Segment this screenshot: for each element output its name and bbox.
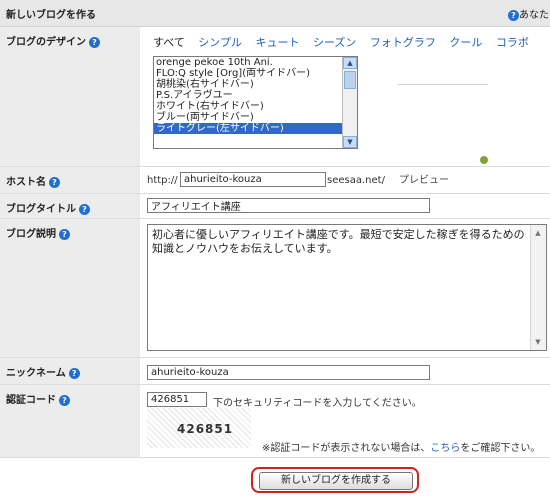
category-filter: すべて シンプル キュート シーズン フォトグラフ クール コラボ <box>153 34 539 50</box>
category-all[interactable]: すべて <box>153 36 185 49</box>
host-input[interactable] <box>180 172 326 187</box>
captcha-label: 認証コード <box>6 395 56 406</box>
template-option[interactable]: P.S.アイラヴユー <box>154 90 357 101</box>
header-right-text: あなたの <box>519 10 550 21</box>
description-row: ブログ説明? 初心者に優しいアフィリエイト講座です。最短で安定した稼ぎを得るため… <box>0 219 550 358</box>
host-prefix: http:// <box>147 175 178 186</box>
captcha-instruction: 下のセキュリティコードを入力してください。 <box>213 398 422 409</box>
page-header: 新しいブログを作る ?あなたの <box>0 0 550 27</box>
design-label: ブログのデザイン <box>6 37 86 48</box>
nickname-label: ニックネーム <box>6 368 66 379</box>
submit-highlight: 新しいブログを作成する <box>251 467 419 493</box>
nickname-input[interactable] <box>147 365 430 380</box>
scroll-down-icon[interactable]: ▼ <box>343 136 357 148</box>
blog-description-text: 初心者に優しいアフィリエイト講座です。最短で安定した稼ぎを得るための知識とノウハ… <box>152 228 525 255</box>
host-label: ホスト名 <box>6 177 46 188</box>
preview-divider <box>398 84 488 85</box>
captcha-image-text: 426851 <box>177 422 234 436</box>
captcha-note: ※認証コードが表示されない場合は、こちらをご確認下さい。 <box>262 439 540 454</box>
captcha-note-prefix: ※認証コードが表示されない場合は、 <box>262 443 431 454</box>
design-row: ブログのデザイン? すべて シンプル キュート シーズン フォトグラフ クール … <box>0 27 550 186</box>
page-title: 新しいブログを作る <box>6 10 96 21</box>
category-photograph[interactable]: フォトグラフ <box>370 36 436 49</box>
category-cool[interactable]: クール <box>449 36 482 49</box>
host-suffix: seesaa.net/ <box>327 175 385 186</box>
template-option[interactable]: ブルー(両サイドバー) <box>154 112 357 123</box>
title-row: ブログタイトル? <box>0 194 550 219</box>
textarea-scrollbar[interactable]: ▲ ▼ <box>530 225 546 350</box>
captcha-input[interactable] <box>147 392 207 407</box>
help-icon[interactable]: ? <box>68 367 80 379</box>
host-row: ホスト名? http:// seesaa.net/ <box>0 167 550 194</box>
help-icon[interactable]: ? <box>79 203 90 215</box>
template-option[interactable]: 胡桃染(右サイドバー) <box>154 79 357 90</box>
category-season[interactable]: シーズン <box>313 36 356 49</box>
template-option[interactable]: FLO:Q style [Org](両サイドバー) <box>154 68 357 79</box>
template-option[interactable]: ホワイト(右サイドバー) <box>154 101 357 112</box>
help-icon[interactable]: ? <box>59 394 70 406</box>
listbox-scrollbar[interactable]: ▲ ▼ <box>342 57 357 148</box>
captcha-note-suffix: をご確認下さい。 <box>460 443 541 454</box>
scroll-up-icon[interactable]: ▲ <box>532 227 544 239</box>
category-cute[interactable]: キュート <box>255 36 299 49</box>
preview-dot <box>480 156 488 164</box>
help-icon[interactable]: ? <box>59 228 70 240</box>
template-option-selected[interactable]: ライトグレー(左サイドバー) <box>154 123 357 134</box>
help-icon[interactable]: ? <box>508 9 519 21</box>
blog-title-input[interactable] <box>147 198 430 213</box>
captcha-help-link[interactable]: こちら <box>430 443 460 454</box>
captcha-image: 426851 <box>147 408 251 448</box>
blog-description-label: ブログ説明 <box>6 229 56 240</box>
scroll-down-icon[interactable]: ▼ <box>532 336 544 348</box>
header-help[interactable]: ?あなたの <box>508 6 550 21</box>
nickname-row: ニックネーム? <box>0 358 550 385</box>
captcha-row: 認証コード? 下のセキュリティコードを入力してください。 426851 ※認証コ… <box>0 385 550 458</box>
category-collab[interactable]: コラボ <box>496 36 529 49</box>
blog-title-label: ブログタイトル <box>6 204 76 215</box>
scroll-thumb[interactable] <box>344 71 356 89</box>
category-simple[interactable]: シンプル <box>198 36 242 49</box>
scroll-up-icon[interactable]: ▲ <box>343 57 357 69</box>
create-blog-button[interactable]: 新しいブログを作成する <box>259 472 413 490</box>
help-icon[interactable]: ? <box>89 36 100 48</box>
help-icon[interactable]: ? <box>49 176 60 188</box>
blog-description-textarea[interactable]: 初心者に優しいアフィリエイト講座です。最短で安定した稼ぎを得るための知識とノウハ… <box>147 224 547 351</box>
template-option[interactable]: orenge pekoe 10th Ani. <box>154 57 357 68</box>
template-listbox[interactable]: orenge pekoe 10th Ani. FLO:Q style [Org]… <box>153 56 358 149</box>
